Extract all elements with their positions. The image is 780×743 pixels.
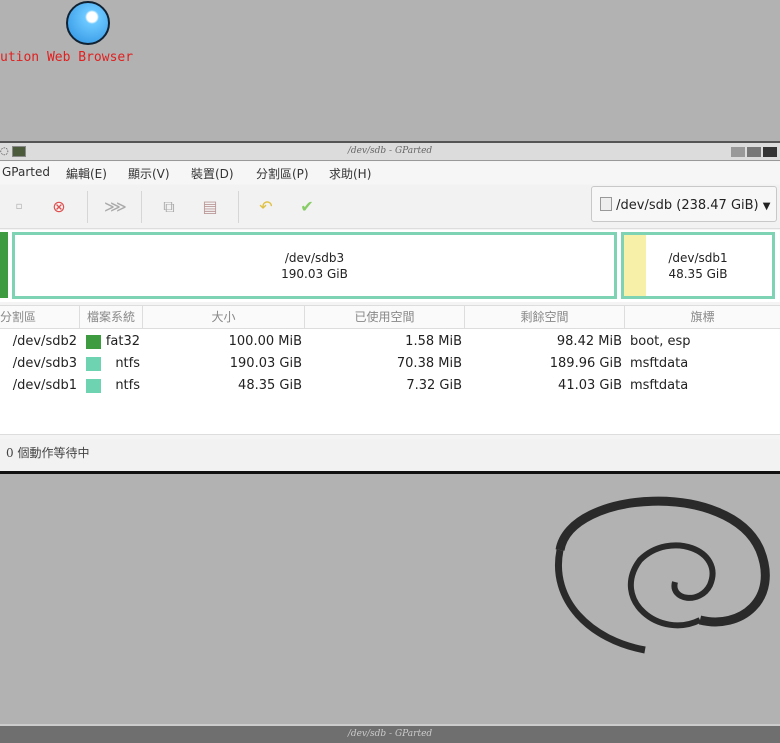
- unused-cell: 189.96 GiB: [549, 356, 622, 371]
- col-unused[interactable]: 剩餘空間: [465, 306, 625, 329]
- menu-gparted[interactable]: GParted: [2, 165, 50, 179]
- undo-icon[interactable]: ↶: [256, 197, 276, 217]
- menu-edit[interactable]: 編輯(E): [66, 165, 107, 182]
- table-row[interactable]: /dev/sdb2 fat32 100.00 MiB 1.58 MiB 98.42 Mi…: [0, 331, 780, 353]
- device-label: /dev/sdb (238.47 GiB): [616, 198, 759, 213]
- filesystem-color-swatch: [86, 379, 101, 393]
- filesystem-cell: fat32: [105, 334, 140, 349]
- menu-bar: GParted 編輯(E) 顯示(V) 裝置(D) 分割區(P) 求助(H): [0, 162, 780, 184]
- partition-cell: /dev/sdb2: [12, 334, 77, 349]
- partition-size: 190.03 GiB: [281, 267, 348, 281]
- partition-block-sdb1[interactable]: /dev/sdb1 48.35 GiB: [621, 232, 775, 299]
- flags-cell: msftdata: [630, 356, 689, 371]
- col-filesystem[interactable]: 檔案系統: [80, 306, 143, 329]
- size-cell: 100.00 MiB: [228, 334, 302, 349]
- filesystem-cell: ntfs: [115, 356, 140, 371]
- used-cell: 70.38 MiB: [396, 356, 462, 371]
- col-flags[interactable]: 旗標: [625, 306, 780, 329]
- delete-icon[interactable]: ⊗: [49, 197, 69, 217]
- separator: [238, 191, 239, 223]
- partition-block-sdb3[interactable]: /dev/sdb3 190.03 GiB: [12, 232, 617, 299]
- partition-size: 48.35 GiB: [668, 267, 728, 281]
- copy-icon[interactable]: ⧉: [159, 197, 179, 217]
- used-cell: 7.32 GiB: [406, 378, 462, 393]
- table-header: 分割區 檔案系統 大小 已使用空間 剩餘空間 旗標: [0, 305, 780, 329]
- menu-device[interactable]: 裝置(D): [191, 165, 234, 182]
- separator: [87, 191, 88, 223]
- used-cell: 1.58 MiB: [405, 334, 462, 349]
- partition-name: /dev/sdb1: [668, 251, 728, 265]
- menu-view[interactable]: 顯示(V): [128, 165, 170, 182]
- menu-partition[interactable]: 分割區(P): [256, 165, 309, 182]
- table-row[interactable]: /dev/sdb1 ntfs 48.35 GiB 7.32 GiB 41.03 GiB m…: [0, 375, 780, 397]
- debian-swirl-logo: [555, 496, 770, 654]
- menu-help[interactable]: 求助(H): [329, 165, 371, 182]
- flags-cell: boot, esp: [630, 334, 691, 349]
- partition-cell: /dev/sdb3: [12, 356, 77, 371]
- partition-block-sdb2[interactable]: [0, 232, 8, 298]
- device-selector[interactable]: /dev/sdb (238.47 GiB) ▼: [591, 186, 777, 222]
- col-size[interactable]: 大小: [143, 306, 305, 329]
- resize-move-icon[interactable]: ⋙: [104, 197, 127, 217]
- apply-check-icon[interactable]: ✔: [297, 197, 317, 217]
- chevron-down-icon: ▼: [762, 201, 771, 212]
- close-button[interactable]: [763, 147, 777, 157]
- title-bar[interactable]: ◌ /dev/sdb - GParted: [0, 141, 780, 161]
- partition-cell: /dev/sdb1: [12, 378, 77, 393]
- new-partition-icon[interactable]: ▫: [9, 197, 29, 217]
- table-row[interactable]: /dev/sdb3 ntfs 190.03 GiB 70.38 MiB 189.96 G…: [0, 353, 780, 375]
- col-partition[interactable]: 分割區: [0, 306, 80, 329]
- flags-cell: msftdata: [630, 378, 689, 393]
- status-bar: 0 個動作等待中: [0, 439, 780, 471]
- browser-globe-icon[interactable]: [66, 1, 110, 45]
- filesystem-cell: ntfs: [115, 378, 140, 393]
- filesystem-color-swatch: [86, 357, 101, 371]
- browser-desktop-label[interactable]: ution Web Browser: [0, 50, 133, 65]
- unused-cell: 98.42 MiB: [556, 334, 622, 349]
- window-title: /dev/sdb - GParted: [347, 146, 433, 156]
- gparted-window: ◌ /dev/sdb - GParted GParted 編輯(E) 顯示(V)…: [0, 141, 780, 474]
- size-cell: 190.03 GiB: [229, 356, 302, 371]
- partition-map: /dev/sdb3 190.03 GiB /dev/sdb1 48.35 GiB: [0, 230, 780, 302]
- paste-icon[interactable]: ▤: [200, 197, 220, 217]
- disk-icon: [600, 197, 612, 211]
- col-used[interactable]: 已使用空間: [305, 306, 465, 329]
- unused-cell: 41.03 GiB: [558, 378, 622, 393]
- filesystem-color-swatch: [86, 335, 101, 349]
- size-cell: 48.35 GiB: [238, 378, 302, 393]
- maximize-button[interactable]: [747, 147, 761, 157]
- taskbar-window-button[interactable]: /dev/sdb - GParted: [0, 724, 780, 743]
- minimize-button[interactable]: [731, 147, 745, 157]
- partition-table: /dev/sdb2 fat32 100.00 MiB 1.58 MiB 98.42 Mi…: [0, 329, 780, 435]
- partition-name: /dev/sdb3: [284, 251, 345, 265]
- separator: [141, 191, 142, 223]
